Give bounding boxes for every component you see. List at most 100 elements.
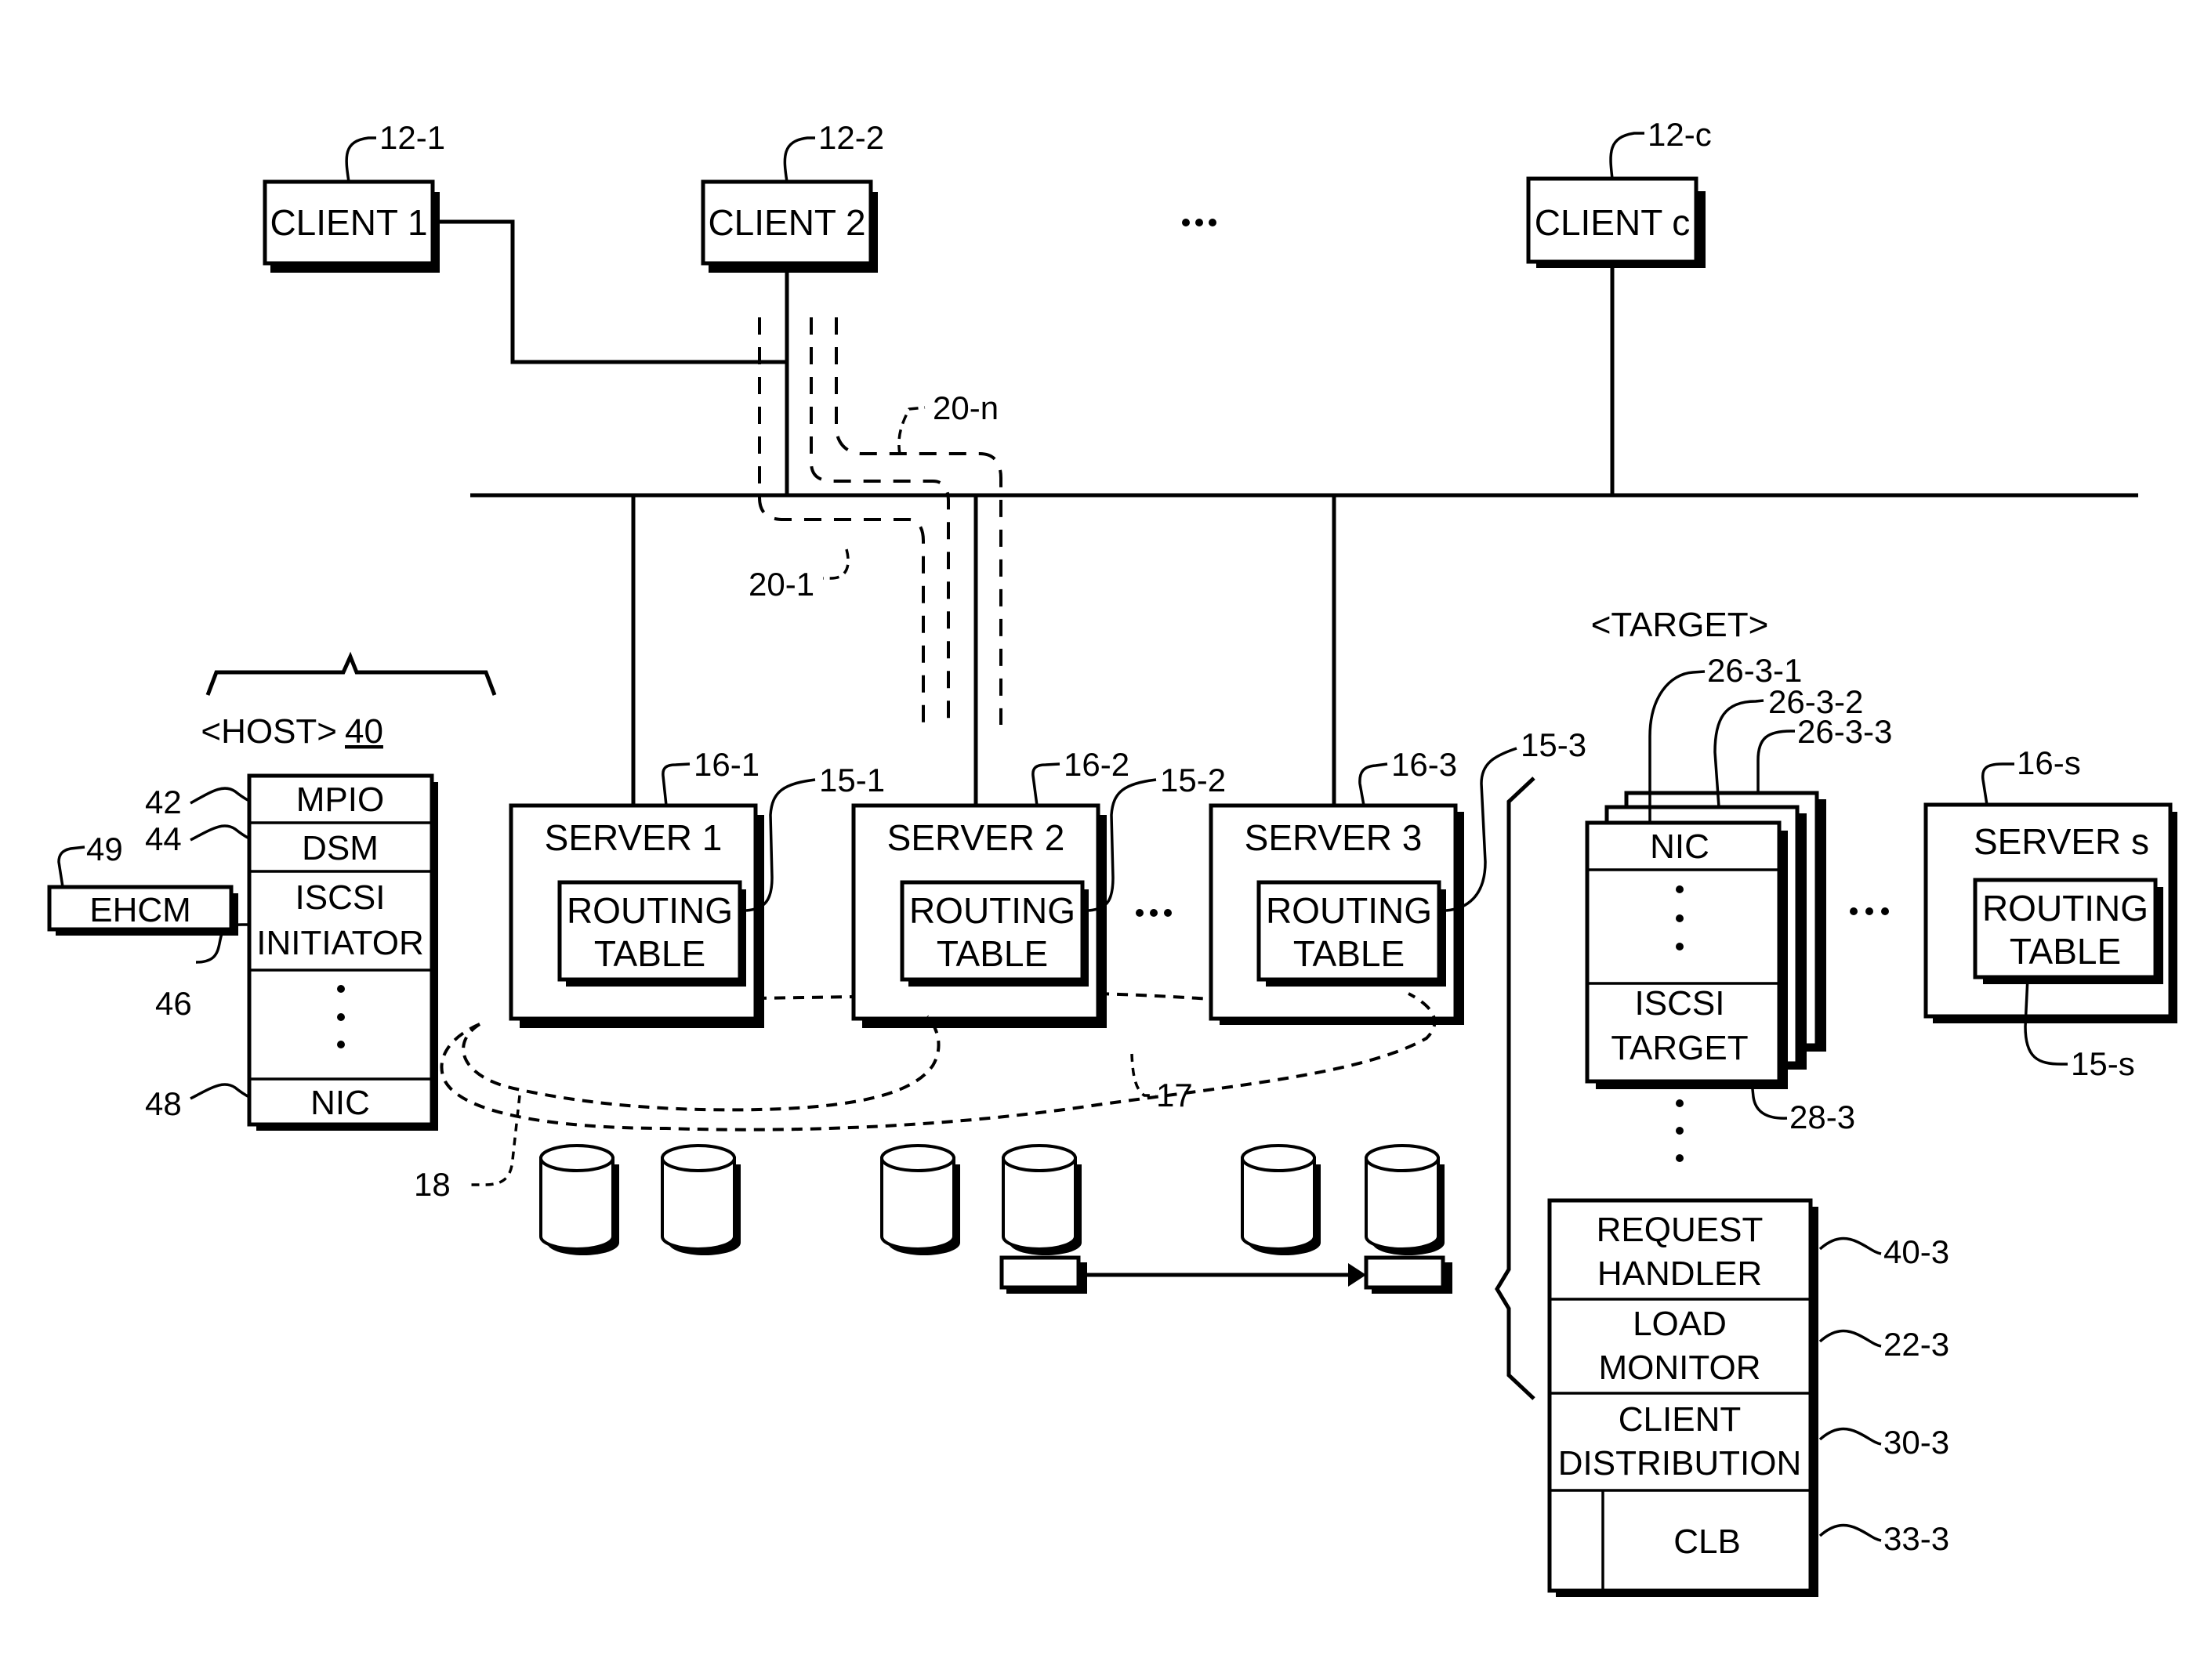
path-20-n-label: 20-n [933, 389, 999, 426]
server-2-routing-line1: ROUTING [909, 890, 1075, 931]
host-title: <HOST> [201, 712, 337, 751]
server-2: SERVER 2 ROUTING TABLE 16-2 15-2 [851, 746, 1226, 1028]
module-request-line1: REQUEST [1597, 1211, 1764, 1249]
server-s-ref-leader [1981, 762, 2014, 806]
disk-icon [539, 1144, 619, 1255]
server-s-table-ref: 15-s [2071, 1045, 2135, 1082]
host: <HOST> 40 MPIO DSM ISCSI INITIATOR NIC 4… [47, 651, 497, 1131]
host-44-ref: 44 [145, 820, 182, 857]
server-1-label: SERVER 1 [545, 817, 723, 858]
client-c: CLIENT c 12-c [1526, 116, 1712, 268]
client-2: CLIENT 2 12-2 [701, 119, 884, 273]
target-nic-label: NIC [1650, 827, 1709, 866]
disk-icon [1365, 1144, 1445, 1255]
replication [999, 1255, 1452, 1294]
host-44-leader [190, 824, 250, 842]
module-33-3-ref: 33-3 [1883, 1520, 1949, 1557]
server-2-table-ref: 15-2 [1160, 762, 1226, 798]
module-33-3-leader [1818, 1523, 1882, 1542]
group-17-ref: 17 [1156, 1077, 1193, 1113]
disk-icon [1002, 1144, 1082, 1255]
server-2-routing-line2: TABLE [937, 933, 1048, 974]
disk-icon [661, 1144, 741, 1255]
nic-3-ref: 26-3-3 [1797, 713, 1892, 750]
ehcm-leader [57, 845, 85, 888]
host-layer-iscsi-line2: INITIATOR [256, 924, 424, 962]
target-iscsi-line2: TARGET [1611, 1029, 1748, 1067]
module-40-3-ref: 40-3 [1883, 1233, 1949, 1270]
host-brace [205, 651, 497, 696]
server-3-ref: 16-3 [1391, 746, 1457, 783]
server-1-routing-line1: ROUTING [567, 890, 733, 931]
target-title: <TARGET> [1591, 606, 1769, 644]
client-1-leader [345, 136, 376, 183]
server-ellipsis-2 [1850, 907, 1889, 915]
client-c-leader [1609, 132, 1644, 179]
server-3-ref-leader [1358, 762, 1388, 806]
server-s-routing-line2: TABLE [2010, 931, 2121, 972]
module-client-line2: DISTRIBUTION [1558, 1444, 1801, 1483]
server-s-routing-line1: ROUTING [1982, 888, 2148, 929]
host-48-ref: 48 [145, 1085, 182, 1122]
server-1-2-link [755, 995, 854, 1000]
server-1-ref-leader [662, 762, 691, 806]
ehcm-label: EHCM [89, 891, 191, 929]
inner-group-17 [462, 1015, 941, 1112]
server-1-ref: 16-1 [694, 746, 759, 783]
host-ref: 40 [345, 712, 383, 751]
server-3-label: SERVER 3 [1245, 817, 1423, 858]
server-s-ref: 16-s [2017, 744, 2081, 781]
module-request-line2: HANDLER [1597, 1255, 1762, 1293]
ehcm-ref: 49 [86, 831, 123, 867]
target: <TARGET> NIC ISCSI TARGET 26-3-1 26-3-2 … [1547, 606, 1949, 1597]
module-40-3-leader [1818, 1236, 1882, 1255]
client-1-ref: 12-1 [379, 119, 445, 156]
arrowhead-icon [1348, 1263, 1366, 1287]
host-layer-nic: NIC [310, 1084, 370, 1122]
path-20-1-label: 20-1 [749, 566, 814, 603]
group-18-leader [470, 1095, 521, 1186]
target-brace [1495, 777, 1535, 1400]
nic-3-leader [1756, 730, 1795, 793]
client-ellipsis [1182, 219, 1216, 226]
path-20-1 [758, 317, 925, 725]
client-1: CLIENT 1 12-1 [263, 119, 445, 273]
host-42-leader [190, 787, 250, 805]
host-42-ref: 42 [145, 784, 182, 820]
module-client-line1: CLIENT [1619, 1400, 1741, 1439]
host-layer-iscsi-line1: ISCSI [295, 878, 386, 917]
disk-icon [880, 1144, 960, 1255]
module-load-line2: MONITOR [1599, 1349, 1761, 1387]
path-20-n-leader [897, 406, 926, 455]
server-2-ref-leader [1031, 762, 1060, 806]
host-layer-dsm: DSM [302, 829, 379, 867]
server-2-label: SERVER 2 [887, 817, 1065, 858]
disk-icon [1241, 1144, 1321, 1255]
host-46-ref: 46 [155, 985, 192, 1022]
server-ellipsis-1 [1136, 909, 1172, 917]
client-2-ref: 12-2 [818, 119, 884, 156]
server-3-table-ref: 15-3 [1521, 726, 1586, 763]
module-22-3-leader [1818, 1329, 1882, 1348]
server-3-routing-line1: ROUTING [1266, 890, 1432, 931]
disks [539, 1144, 1445, 1255]
module-load-line1: LOAD [1633, 1305, 1727, 1343]
host-layer-mpio: MPIO [296, 780, 384, 819]
server-1-routing-line2: TABLE [594, 933, 705, 974]
client-c-label: CLIENT c [1535, 202, 1691, 243]
module-22-3-ref: 22-3 [1883, 1326, 1949, 1363]
target-iscsi-line1: ISCSI [1635, 984, 1725, 1023]
server-2-3-link [1097, 992, 1212, 1001]
client-1-label: CLIENT 1 [270, 202, 427, 243]
module-30-3-ref: 30-3 [1883, 1424, 1949, 1461]
server-3-routing-line2: TABLE [1293, 933, 1405, 974]
group-17-leader [1130, 1053, 1156, 1097]
server-2-ref: 16-2 [1064, 746, 1129, 783]
client-2-leader [783, 136, 815, 183]
group-18-ref: 18 [414, 1166, 451, 1203]
module-clb-label: CLB [1673, 1522, 1741, 1561]
target-module-ellipsis [1676, 1099, 1684, 1162]
server-s-label: SERVER s [1974, 821, 2149, 862]
server-3: SERVER 3 ROUTING TABLE 16-3 15-3 [1209, 726, 1586, 1025]
host-48-leader [190, 1083, 250, 1100]
